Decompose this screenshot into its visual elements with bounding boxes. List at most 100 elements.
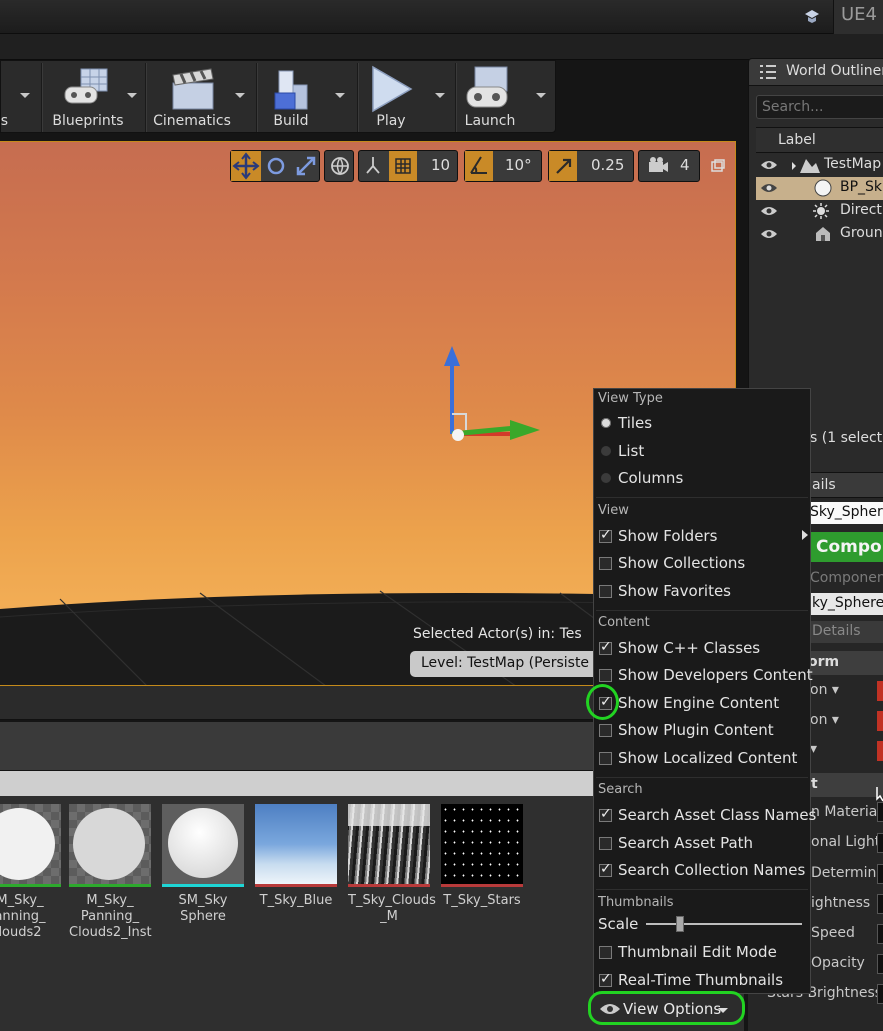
scale-x-field[interactable] xyxy=(877,741,883,761)
show-favorites-option[interactable]: Show Favorites xyxy=(596,577,808,603)
launch-dropdown-arrow[interactable] xyxy=(536,93,546,98)
grid-snap-value[interactable]: 10 xyxy=(431,156,450,174)
rotate-tool-button[interactable] xyxy=(261,151,291,181)
surface-snap-button[interactable] xyxy=(359,151,387,181)
actor-name-field[interactable]: Sky_Sphere xyxy=(803,502,883,524)
asset-tile[interactable]: T_Sky_Clouds _M xyxy=(348,804,436,925)
asset-thumbnail xyxy=(162,804,244,884)
asset-tile[interactable]: T_Sky_Stars xyxy=(441,804,523,909)
asset-tile[interactable]: M_Sky_ anning_ louds2 xyxy=(0,804,61,941)
eye-icon[interactable] xyxy=(760,205,778,217)
rotation-snap-toggle[interactable] xyxy=(465,151,493,181)
view-type-tiles-option[interactable]: Tiles xyxy=(596,409,808,435)
build-dropdown-arrow[interactable] xyxy=(335,93,345,98)
build-button[interactable]: Build xyxy=(259,61,323,132)
stars-brightness-field[interactable] xyxy=(877,984,883,1004)
show-localized-content-option[interactable]: Show Localized Content xyxy=(596,744,808,770)
grid-snap-toggle[interactable] xyxy=(389,151,417,181)
checkbox-icon xyxy=(599,724,612,737)
cinematics-button[interactable]: Cinematics xyxy=(149,61,235,132)
translate-tool-button[interactable] xyxy=(231,151,261,181)
scale-snap-value[interactable]: 0.25 xyxy=(591,156,624,174)
search-asset-class-names-option[interactable]: Search Asset Class Names xyxy=(596,801,816,827)
asset-tile[interactable]: SM_Sky Sphere xyxy=(162,804,244,925)
show-cpp-classes-option[interactable]: Show C++ Classes xyxy=(596,634,808,660)
eye-icon[interactable] xyxy=(760,182,778,194)
scale-tool-button[interactable] xyxy=(291,151,321,181)
app-title: UE4 xyxy=(841,4,877,25)
thumbnail-edit-mode-option[interactable]: Thumbnail Edit Mode xyxy=(596,938,808,964)
outliner-actor-count: s (1 select xyxy=(810,430,883,446)
content-header: Content xyxy=(598,615,650,630)
directional-light-label: onal Light xyxy=(811,834,881,850)
radio-icon xyxy=(601,446,611,456)
cloud-speed-field[interactable] xyxy=(877,924,883,944)
real-time-thumbnails-option[interactable]: Real-Time Thumbnails xyxy=(596,966,808,992)
settings-button[interactable]: gs xyxy=(0,61,19,132)
eye-icon[interactable] xyxy=(760,228,778,240)
transform-gizmo-icon xyxy=(444,346,540,441)
outliner-label-column-header[interactable]: Label xyxy=(756,127,883,153)
toolbar-separator xyxy=(145,63,147,132)
sun-brightness-label: ightness xyxy=(811,895,871,911)
blueprints-dropdown-arrow[interactable] xyxy=(127,93,137,98)
asset-tile[interactable]: T_Sky_Blue xyxy=(255,804,337,909)
details-search-input[interactable]: Details xyxy=(806,621,883,643)
thumbnail-scale-slider[interactable] xyxy=(646,923,802,925)
play-button[interactable]: Play xyxy=(361,61,421,132)
outliner-row-selected[interactable]: BP_Sk xyxy=(756,177,883,200)
checkbox-checked-icon xyxy=(599,639,612,655)
maximize-viewport-icon[interactable] xyxy=(710,158,726,174)
outliner-row[interactable]: Groun xyxy=(756,223,883,246)
scale-row-label[interactable]: ▾ xyxy=(810,741,817,757)
scale-icon xyxy=(296,156,316,176)
search-asset-path-option[interactable]: Search Asset Path xyxy=(596,829,808,855)
show-collections-option[interactable]: Show Collections xyxy=(596,549,808,575)
directional-light-field[interactable] xyxy=(877,833,883,853)
add-component-button[interactable]: Compon xyxy=(806,532,883,562)
cloud-opacity-field[interactable] xyxy=(877,954,883,974)
toolbar-separator xyxy=(455,63,457,132)
rotation-snap-value[interactable]: 10° xyxy=(505,156,532,174)
scale-snap-toggle[interactable] xyxy=(549,151,577,181)
coordinate-system-button[interactable] xyxy=(324,150,354,182)
menu-separator xyxy=(596,889,808,890)
outliner-row[interactable]: Directi xyxy=(756,200,883,223)
view-type-list-option[interactable]: List xyxy=(596,437,808,463)
rotation-x-field[interactable] xyxy=(877,711,883,731)
eye-icon[interactable] xyxy=(760,159,778,171)
view-type-columns-option[interactable]: Columns xyxy=(596,464,808,490)
blueprints-button[interactable]: Blueprints xyxy=(47,61,129,132)
view-options-button[interactable]: View Options xyxy=(588,991,745,1025)
menu-bar xyxy=(0,34,883,60)
outliner-row[interactable]: TestMap xyxy=(756,154,883,177)
cinematics-dropdown-arrow[interactable] xyxy=(235,93,245,98)
show-folders-option[interactable]: Show Folders xyxy=(596,522,808,548)
asset-name: M_Sky_ Panning_ Clouds2_Inst xyxy=(69,893,152,940)
asset-tile[interactable]: M_Sky_ Panning_ Clouds2_Inst xyxy=(69,804,152,941)
show-developers-content-option[interactable]: Show Developers Content xyxy=(596,661,813,687)
sun-brightness-field[interactable] xyxy=(877,894,883,914)
determine-colors-checkbox[interactable] xyxy=(877,864,883,884)
show-engine-content-option[interactable]: Show Engine Content xyxy=(596,689,808,715)
asset-name: T_Sky_Blue xyxy=(259,893,333,908)
search-collection-names-option[interactable]: Search Collection Names xyxy=(596,856,808,882)
toolbar-separator xyxy=(256,63,258,132)
blueprint-icon xyxy=(64,68,108,104)
launch-button[interactable]: Launch xyxy=(459,61,521,132)
location-x-field[interactable] xyxy=(877,681,883,701)
sky-material-field[interactable] xyxy=(877,802,883,822)
thumbnail-scale-slider-handle[interactable] xyxy=(675,916,684,932)
camera-speed-group[interactable]: 4 xyxy=(638,150,700,182)
asset-type-bar xyxy=(441,884,523,887)
asset-thumbnail xyxy=(69,804,151,884)
show-plugin-content-option[interactable]: Show Plugin Content xyxy=(596,716,808,742)
settings-dropdown-arrow[interactable] xyxy=(20,93,30,98)
play-dropdown-arrow[interactable] xyxy=(435,93,445,98)
world-outliner-tab[interactable]: World Outliner xyxy=(748,58,883,86)
location-row-label[interactable]: on ▾ xyxy=(810,682,839,698)
outliner-search-input[interactable]: Search... xyxy=(756,95,883,119)
asset-thumbnail xyxy=(441,804,523,884)
component-tree-item[interactable]: ky_Sphere xyxy=(806,593,883,615)
rotation-row-label[interactable]: on ▾ xyxy=(810,712,839,728)
